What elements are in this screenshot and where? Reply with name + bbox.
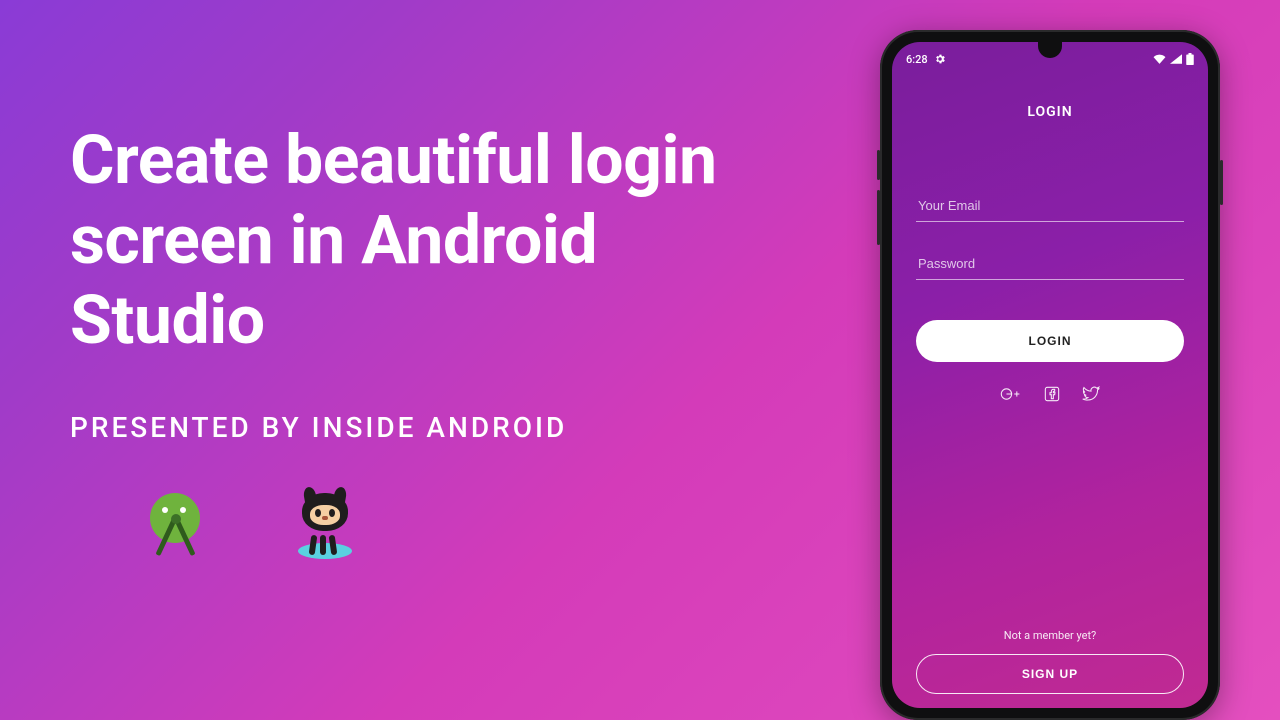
github-octocat-icon (290, 489, 360, 559)
battery-icon (1186, 53, 1194, 65)
promo-title: Create beautiful login screen in Android… (70, 120, 790, 361)
android-studio-icon (140, 489, 210, 559)
signal-icon (1170, 54, 1182, 64)
wifi-icon (1153, 54, 1166, 64)
promo-icons (70, 489, 790, 559)
twitter-icon[interactable] (1082, 386, 1100, 402)
google-plus-icon[interactable] (1000, 386, 1022, 402)
social-login-row (916, 386, 1184, 402)
gear-icon (934, 53, 946, 65)
phone-mockup: 6:28 LOGIN LOGIN (880, 30, 1220, 720)
status-time: 6:28 (906, 53, 928, 66)
password-field[interactable] (916, 248, 1184, 280)
promo-text-block: Create beautiful login screen in Android… (70, 120, 790, 559)
facebook-icon[interactable] (1044, 386, 1060, 402)
not-member-text: Not a member yet? (916, 629, 1184, 642)
thumbnail-stage: Create beautiful login screen in Android… (0, 0, 1280, 720)
promo-subtitle: PRESENTED BY INSIDE ANDROID (70, 411, 790, 444)
phone-screen: 6:28 LOGIN LOGIN (892, 42, 1208, 708)
signup-section: Not a member yet? SIGN UP (916, 629, 1184, 694)
login-button[interactable]: LOGIN (916, 320, 1184, 362)
login-header: LOGIN (916, 104, 1184, 120)
signup-button[interactable]: SIGN UP (916, 654, 1184, 694)
login-form: LOGIN (916, 190, 1184, 402)
email-field[interactable] (916, 190, 1184, 222)
login-app: LOGIN LOGIN Not a member yet? SIGN UP (892, 68, 1208, 708)
